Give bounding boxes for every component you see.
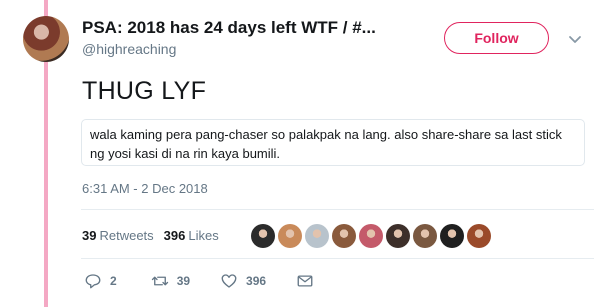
retweet-button[interactable]: 39	[151, 272, 190, 290]
follow-button[interactable]: Follow	[444, 22, 549, 54]
liker-avatar-3[interactable]	[305, 224, 329, 248]
chevron-down-icon[interactable]	[568, 32, 582, 46]
liker-avatar-4[interactable]	[332, 224, 356, 248]
reply-icon	[85, 274, 101, 289]
likes-stat[interactable]: 396 Likes	[164, 228, 219, 243]
retweets-label: Retweets	[99, 228, 154, 243]
liker-avatar-2[interactable]	[278, 224, 302, 248]
like-button[interactable]: 396	[220, 272, 266, 290]
divider	[81, 258, 594, 259]
timestamp[interactable]: 6:31 AM - 2 Dec 2018	[82, 181, 208, 196]
liker-avatar-5[interactable]	[359, 224, 383, 248]
reply-button[interactable]: 2	[84, 272, 117, 290]
liker-avatar-7[interactable]	[413, 224, 437, 248]
liker-avatar-1[interactable]	[251, 224, 275, 248]
handle[interactable]: @highreaching	[82, 41, 176, 57]
divider	[81, 209, 594, 210]
avatar[interactable]	[23, 16, 69, 62]
quoted-text-card[interactable]: wala kaming pera pang-chaser so palakpak…	[81, 119, 585, 166]
likes-label: Likes	[188, 228, 219, 243]
likers-avatars	[251, 224, 491, 248]
like-count: 396	[246, 274, 267, 288]
heart-icon	[221, 274, 237, 288]
envelope-icon	[297, 275, 313, 287]
direct-message-button[interactable]	[296, 272, 314, 290]
liker-avatar-9[interactable]	[467, 224, 491, 248]
likes-count: 396	[163, 228, 186, 243]
quoted-text: wala kaming pera pang-chaser so palakpak…	[90, 127, 562, 161]
liker-avatar-8[interactable]	[440, 224, 464, 248]
retweets-count: 39	[82, 228, 97, 243]
retweets-stat[interactable]: 39 Retweets	[82, 228, 154, 243]
retweet-icon	[151, 276, 168, 286]
action-bar: 2 39 396	[84, 272, 314, 290]
tweet-text: THUG LYF	[82, 77, 207, 105]
retweet-count: 39	[176, 274, 191, 288]
display-name[interactable]: PSA: 2018 has 24 days left WTF / #...	[82, 18, 412, 38]
reply-count: 2	[110, 274, 117, 288]
liker-avatar-6[interactable]	[386, 224, 410, 248]
engagement-stats: 39 Retweets 396 Likes	[82, 228, 219, 243]
